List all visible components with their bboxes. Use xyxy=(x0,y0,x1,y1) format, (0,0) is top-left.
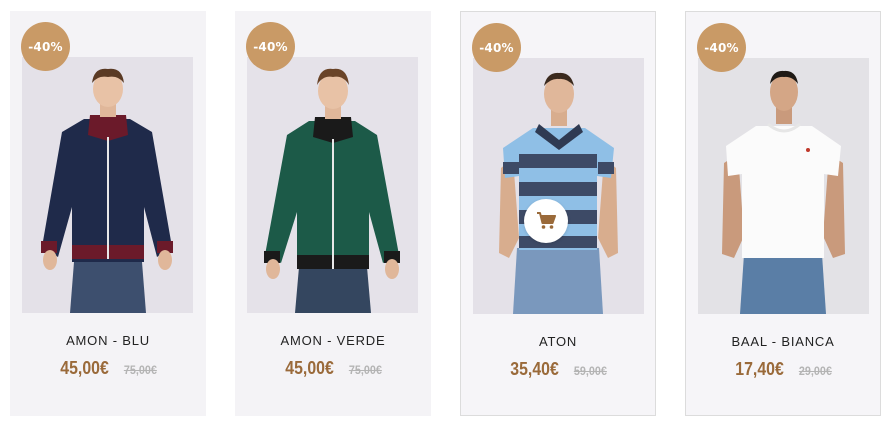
product-image[interactable] xyxy=(698,58,869,314)
product-name[interactable]: AMON - BLU xyxy=(10,333,206,348)
product-image[interactable] xyxy=(22,57,193,313)
sale-price: 17,40€ xyxy=(735,359,784,379)
product-name[interactable]: AMON - VERDE xyxy=(235,333,431,348)
product-image[interactable] xyxy=(473,58,644,314)
price-group: 35,40€ 59,00€ xyxy=(461,359,655,380)
discount-badge: -40% xyxy=(246,22,295,71)
cart-icon xyxy=(537,212,556,229)
sale-price: 45,00€ xyxy=(285,358,334,378)
product-image[interactable] xyxy=(247,57,418,313)
product-name[interactable]: ATON xyxy=(461,334,655,349)
sale-price: 45,00€ xyxy=(60,358,109,378)
discount-badge: -40% xyxy=(697,23,746,72)
original-price: 29,00€ xyxy=(799,364,833,378)
product-name[interactable]: BAAL - BIANCA xyxy=(686,334,880,349)
product-photo-polo xyxy=(473,58,644,314)
product-card-amon-blu[interactable]: -40% AMON - BLU 45,00€ 75,00€ xyxy=(10,11,206,416)
price-group: 17,40€ 29,00€ xyxy=(686,359,880,380)
add-to-cart-button[interactable] xyxy=(524,199,568,243)
discount-badge: -40% xyxy=(21,22,70,71)
price-group: 45,00€ 75,00€ xyxy=(10,358,206,379)
original-price: 75,00€ xyxy=(349,363,383,377)
original-price: 59,00€ xyxy=(574,364,608,378)
price-group: 45,00€ 75,00€ xyxy=(235,358,431,379)
product-photo-tshirt xyxy=(698,58,869,314)
product-card-amon-verde[interactable]: -40% AMON - VERDE 45,00€ 75,00€ xyxy=(235,11,431,416)
original-price: 75,00€ xyxy=(124,363,158,377)
product-card-aton[interactable]: -40% ATON 35,40€ 59,00€ xyxy=(460,11,656,416)
product-photo-jacket xyxy=(22,57,193,313)
sale-price: 35,40€ xyxy=(510,359,559,379)
product-photo-jacket xyxy=(247,57,418,313)
discount-badge: -40% xyxy=(472,23,521,72)
product-card-baal-bianca[interactable]: -40% BAAL - BIANCA 17,40€ 29,00€ xyxy=(685,11,881,416)
